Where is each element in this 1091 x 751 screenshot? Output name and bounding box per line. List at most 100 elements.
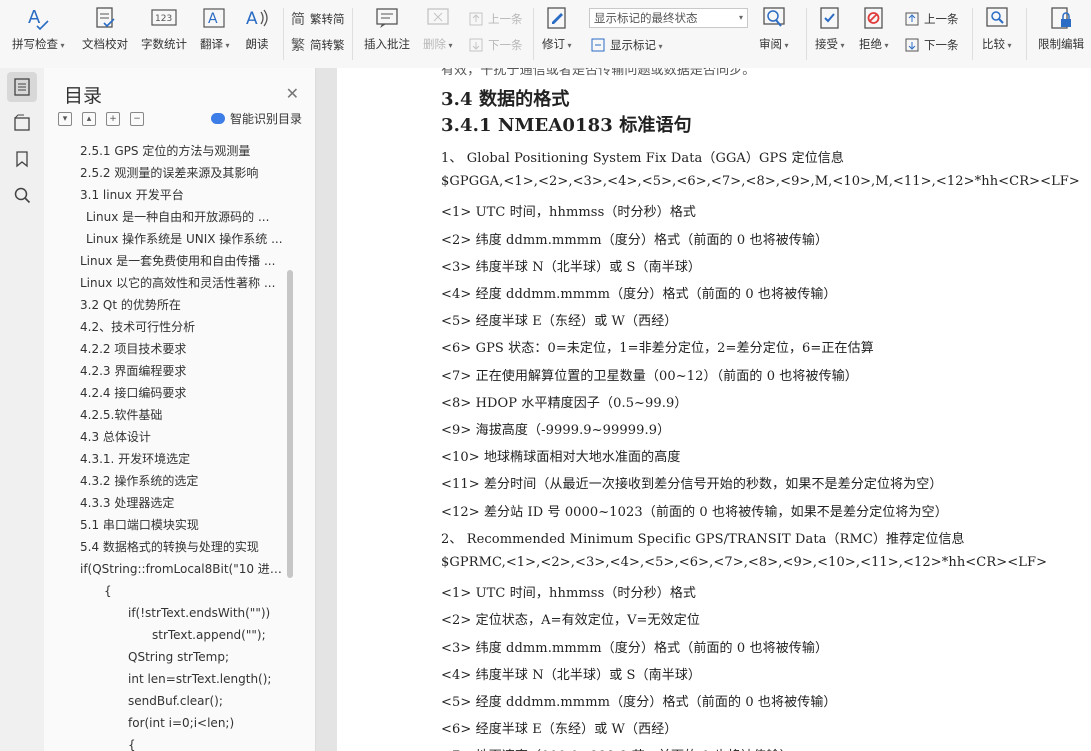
accept-button[interactable]: 接受	[815, 6, 845, 58]
remove-heading-icon[interactable]: −	[130, 112, 144, 126]
toc-item[interactable]: 2.5.2 观测量的误差来源及其影响	[80, 163, 283, 183]
doc-line: <12> 差分站 ID 号 0000~1023（前面的 0 也将被传输，如果不是…	[441, 504, 948, 520]
doc-line: <8> HDOP 水平精度因子（0.5~99.9）	[441, 395, 688, 411]
expand-all-icon[interactable]: ▴	[82, 112, 96, 126]
next-comment-button[interactable]: 下一条	[468, 36, 523, 54]
lock-document-icon	[1048, 6, 1074, 30]
compare-icon	[984, 6, 1010, 30]
doc-line: <11> 差分时间（从最近一次接收到差分信号开始的秒数，如果不是差分定位将为空）	[441, 477, 943, 493]
svg-text:123: 123	[155, 14, 172, 24]
add-heading-icon[interactable]: +	[106, 112, 120, 126]
toc-item[interactable]: 3.1 linux 开发平台	[80, 185, 283, 205]
chevron-down-icon: ▾	[738, 13, 743, 22]
document-page[interactable]: 有效，干扰于通信或者是否传输问题或数据是否同步。 3.4 数据的格式 3.4.1…	[337, 68, 1091, 751]
review-pane-button[interactable]: 审阅	[759, 6, 789, 58]
collapse-all-icon[interactable]: ▾	[58, 112, 72, 126]
ai-robot-icon	[211, 113, 225, 124]
toc-item[interactable]: {	[128, 735, 283, 751]
toc-item[interactable]: 4.2.5.软件基础	[80, 405, 283, 425]
svg-text:A: A	[28, 7, 41, 28]
doc-line: <4> 经度 dddmm.mmmm（度分）格式（前面的 0 也将被传输）	[441, 287, 837, 302]
bookmark-nav-button[interactable]	[7, 144, 37, 174]
markup-state-select[interactable]: 显示标记的最终状态 ▾	[589, 8, 748, 28]
reject-button[interactable]: 拒绝	[859, 6, 889, 58]
toc-item[interactable]: Linux 是一套免费使用和自由传播 ...	[80, 251, 283, 271]
next-change-button[interactable]: 下一条	[904, 36, 959, 54]
chapter-icon	[14, 114, 30, 131]
track-changes-icon	[544, 6, 570, 30]
toc-item[interactable]: 2.5.1 GPS 定位的方法与观测量	[80, 141, 283, 161]
translate-button[interactable]: A 翻译	[200, 6, 230, 58]
toc-item[interactable]: 4.2.2 项目技术要求	[80, 339, 283, 359]
prev-change-button[interactable]: 上一条	[904, 10, 959, 28]
toc-item[interactable]: {	[104, 581, 283, 601]
doc-line: <7> 正在使用解算位置的卫星数量（00~12）（前面的 0 也将被传输）	[441, 368, 858, 384]
toc-item[interactable]: strText.append("");	[152, 625, 283, 645]
smart-toc-button[interactable]: 智能识别目录	[211, 110, 302, 127]
speaker-icon: A	[244, 6, 270, 30]
toc-item[interactable]: 4.2.4 接口编码要求	[80, 383, 283, 403]
insert-comment-button[interactable]: 插入批注	[364, 6, 410, 58]
toc-item[interactable]: QString strTemp;	[128, 647, 283, 667]
doc-line: <4> 纬度半球 N（北半球）或 S（南半球）	[441, 667, 702, 683]
simp-to-trad-button[interactable]: 繁 简转繁	[290, 36, 345, 54]
toc-item[interactable]: 4.3.3 处理器选定	[80, 493, 283, 513]
doc-line: <2> 纬度 ddmm.mmmm（度分）格式（前面的 0 也将被传输）	[441, 232, 829, 248]
toc-item[interactable]: for(int i=0;i<len;)	[128, 713, 283, 733]
toc-title: 目录	[64, 85, 103, 107]
ribbon-divider	[1026, 8, 1027, 60]
svg-text:A: A	[208, 11, 218, 27]
doc-line: <3> 纬度半球 N（北半球）或 S（南半球）	[441, 259, 702, 275]
doc-line: $GPGGA,<1>,<2>,<3>,<4>,<5>,<6>,<7>,<8>,<…	[441, 174, 1080, 190]
chapter-nav-button[interactable]	[7, 108, 37, 138]
delete-comment-button[interactable]: 删除	[423, 6, 453, 58]
show-markup-icon	[590, 37, 606, 53]
show-markup-button[interactable]: 显示标记	[590, 36, 663, 54]
read-aloud-button[interactable]: A 朗读	[244, 6, 270, 58]
toc-item[interactable]: 4.3.2 操作系统的选定	[80, 471, 283, 491]
toc-item[interactable]: 4.3.1. 开发环境选定	[80, 449, 283, 469]
trad-to-simp-button[interactable]: 简 繁转简	[290, 10, 345, 28]
ribbon-divider	[533, 8, 534, 60]
doc-line: <3> 纬度 ddmm.mmmm（度分）格式（前面的 0 也将被传输）	[441, 640, 829, 656]
search-nav-button[interactable]	[7, 180, 37, 210]
doc-line: <2> 定位状态，A=有效定位，V=无效定位	[441, 613, 700, 629]
spell-check-button[interactable]: A 拼写检查	[12, 6, 65, 58]
toc-item[interactable]: 5.1 串口端口模块实现	[80, 515, 283, 535]
toc-item[interactable]: Linux 是一种自由和开放源码的 ...	[86, 207, 283, 227]
restrict-edit-button[interactable]: 限制编辑	[1038, 6, 1084, 58]
toc-item[interactable]: 4.2、技术可行性分析	[80, 317, 283, 337]
toc-scrollbar[interactable]	[287, 270, 293, 578]
toc-nav-button[interactable]	[7, 72, 37, 102]
prev-comment-icon	[468, 11, 484, 27]
toc-item[interactable]: 5.4 数据格式的转换与处理的实现	[80, 537, 283, 557]
toc-item[interactable]: sendBuf.clear();	[128, 691, 283, 711]
prev-change-icon	[904, 11, 920, 27]
word-count-button[interactable]: 123 字数统计	[141, 6, 187, 58]
compare-button[interactable]: 比较	[982, 6, 1012, 58]
toc-item[interactable]: 3.2 Qt 的优势所在	[80, 295, 283, 315]
toc-item[interactable]: Linux 操作系统是 UNIX 操作系统 ...	[86, 229, 283, 249]
doc-line: <9> 海拔高度（-9999.9~99999.9）	[441, 423, 671, 438]
toc-item[interactable]: 4.2.3 界面编程要求	[80, 361, 283, 381]
toc-item[interactable]: Linux 以它的高效性和灵活性著称 ...	[80, 273, 283, 293]
accept-icon	[817, 6, 843, 30]
toc-item[interactable]: int len=strText.length();	[128, 669, 283, 689]
heading-3-4-1: 3.4.1 NMEA0183 标准语句	[441, 115, 692, 136]
ribbon-divider	[283, 8, 284, 60]
navigation-strip	[0, 68, 45, 751]
doc-proof-button[interactable]: 文档校对	[82, 6, 128, 58]
trad-simp-icon: 简	[291, 12, 305, 28]
prev-comment-button[interactable]: 上一条	[468, 10, 523, 28]
next-comment-icon	[468, 37, 484, 53]
close-icon[interactable]: ✕	[286, 84, 299, 103]
review-pane-icon	[761, 6, 787, 30]
revise-button[interactable]: 修订	[542, 6, 572, 58]
doc-line: <10> 地球椭球面相对大地水准面的高度	[441, 450, 681, 466]
doc-line: <7> 地面速率（000.0~999.9 节，前面的 0 也将被传输）	[441, 745, 793, 751]
toc-item[interactable]: if(QString::fromLocal8Bit("10 进 ...	[80, 559, 283, 579]
doc-line: 1、 Global Positioning System Fix Data（GG…	[441, 151, 844, 166]
toc-item[interactable]: if(!strText.endsWith(""))	[128, 603, 283, 623]
toc-item[interactable]: 4.3 总体设计	[80, 427, 283, 447]
comment-icon	[374, 6, 400, 30]
